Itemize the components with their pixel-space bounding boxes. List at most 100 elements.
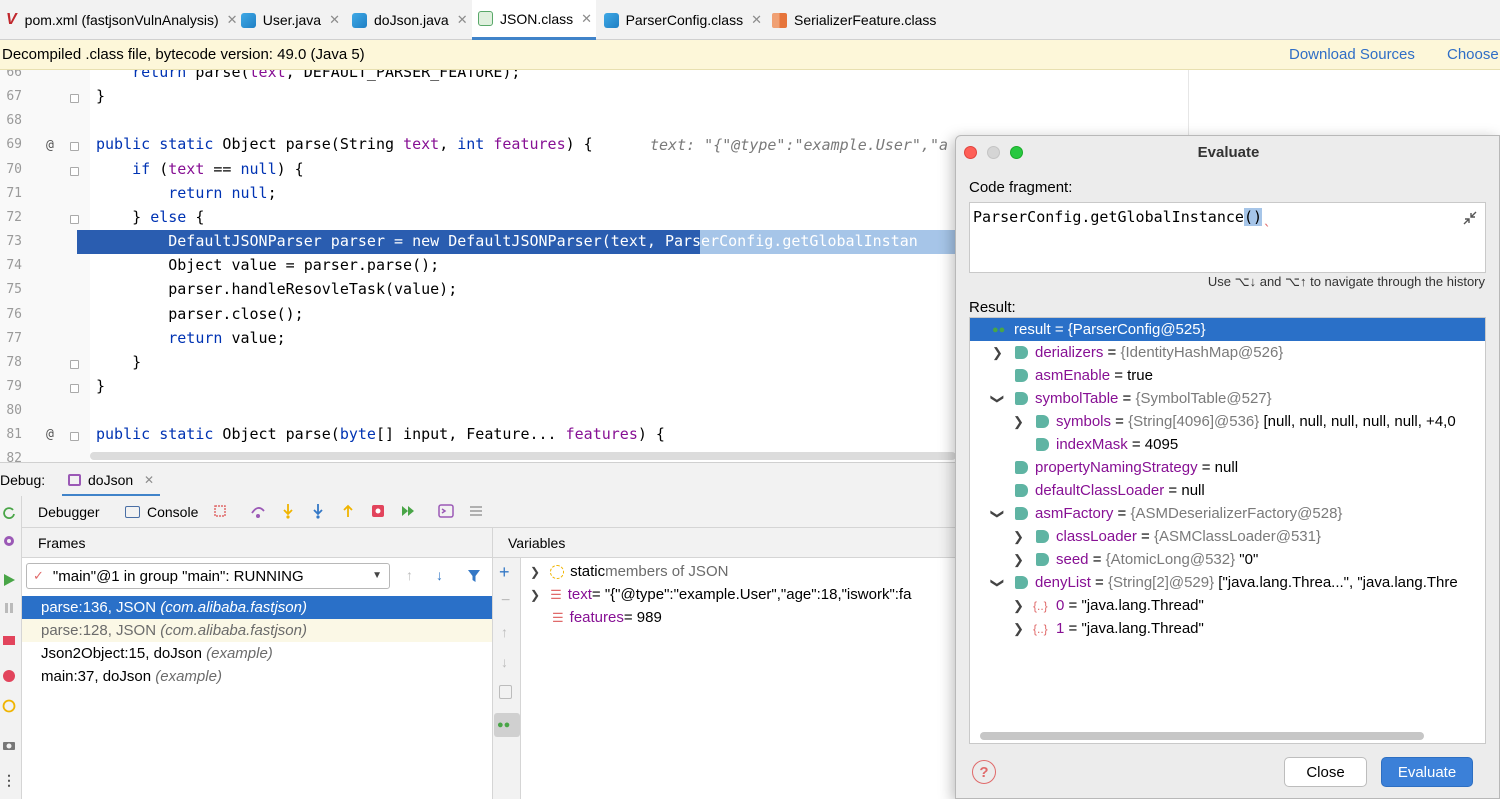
resume-icon[interactable] (2, 573, 16, 587)
drop-frame-icon[interactable] (370, 503, 386, 519)
chevron-right-icon[interactable]: ❯ (1013, 621, 1024, 637)
trace-list-icon[interactable] (468, 503, 484, 519)
fold-marker-icon[interactable] (70, 142, 79, 151)
close-button[interactable]: Close (1284, 757, 1367, 787)
horizontal-scrollbar[interactable] (90, 452, 956, 460)
filter-icon[interactable] (467, 569, 481, 583)
remove-watch-icon[interactable]: − (501, 592, 510, 610)
variable-row[interactable]: ❯ ☰ text = "{"@type":"example.User","age… (530, 583, 911, 606)
restore-layout-icon[interactable] (212, 503, 228, 519)
maximize-window-icon[interactable] (1010, 146, 1023, 159)
mute-breakpoints-icon[interactable] (2, 699, 16, 713)
fold-marker-icon[interactable] (70, 384, 79, 393)
tab-pom-xml[interactable]: V pom.xml (fastjsonVulnAnalysis) ✕ (0, 0, 238, 40)
evaluate-expression-icon[interactable] (438, 503, 454, 519)
tab-json-class[interactable]: JSON.class ✕ (472, 0, 596, 40)
step-into-icon[interactable] (280, 503, 296, 519)
fold-marker-icon[interactable] (70, 94, 79, 103)
debug-session-tab[interactable]: doJson (88, 472, 133, 488)
rerun-icon[interactable] (2, 506, 16, 520)
frame-row[interactable]: parse:128, JSON (com.alibaba.fastjson) (22, 619, 492, 642)
chevron-right-icon[interactable]: ❯ (1013, 598, 1024, 614)
override-marker-icon[interactable]: @ (46, 427, 54, 442)
close-window-icon[interactable] (964, 146, 977, 159)
help-button[interactable]: ? (972, 760, 996, 784)
code-fragment-input[interactable]: ParserConfig.getGlobalInstance()ˎ (969, 202, 1486, 273)
arrow-up-icon[interactable]: ↑ (501, 624, 508, 640)
choose-sources-link[interactable]: Choose (1447, 46, 1499, 63)
result-row[interactable]: ❯ asmFactory = {ASMDeserializerFactory@5… (970, 502, 1485, 525)
code-line: } else { (96, 208, 205, 226)
result-row[interactable]: ❯ classLoader = {ASMClassLoader@531} (970, 525, 1485, 548)
line-number: 72 (6, 210, 22, 225)
collapse-icon[interactable] (1463, 211, 1477, 225)
horizontal-scrollbar[interactable] (980, 732, 1424, 740)
fold-marker-icon[interactable] (70, 167, 79, 176)
chevron-down-icon[interactable]: ❯ (989, 577, 1005, 588)
result-row[interactable]: ●● result = {ParserConfig@525} (970, 318, 1485, 341)
step-over-icon[interactable] (250, 503, 266, 519)
evaluate-button[interactable]: Evaluate (1381, 757, 1473, 787)
result-row[interactable]: propertyNamingStrategy = null (970, 456, 1485, 479)
close-icon[interactable]: ✕ (457, 12, 468, 28)
frame-row[interactable]: parse:136, JSON (com.alibaba.fastjson) (22, 596, 492, 619)
variable-row[interactable]: ❯ static members of JSON (530, 560, 728, 583)
arrow-down-icon[interactable]: ↓ (436, 567, 443, 583)
chevron-down-icon[interactable]: ❯ (989, 508, 1005, 519)
fold-marker-icon[interactable] (70, 432, 79, 441)
run-to-cursor-icon[interactable] (400, 503, 416, 519)
override-marker-icon[interactable]: @ (46, 138, 54, 153)
gear-icon[interactable] (2, 534, 16, 548)
frame-row[interactable]: Json2Object:15, doJson (example) (22, 642, 492, 665)
stop-icon[interactable] (2, 633, 16, 647)
chevron-right-icon[interactable]: ❯ (992, 345, 1003, 361)
force-step-into-icon[interactable] (310, 503, 326, 519)
minimize-window-icon[interactable] (987, 146, 1000, 159)
chevron-right-icon[interactable]: ❯ (1013, 529, 1024, 545)
result-row[interactable]: ❯ {..} 0 = "java.lang.Thread" (970, 594, 1485, 617)
result-row[interactable]: ❯ {..} 1 = "java.lang.Thread" (970, 617, 1485, 640)
result-row[interactable]: defaultClassLoader = null (970, 479, 1485, 502)
camera-icon[interactable] (2, 738, 16, 752)
result-row[interactable]: indexMask = 4095 (970, 433, 1485, 456)
copy-icon[interactable] (499, 685, 512, 699)
close-icon[interactable]: ✕ (329, 12, 340, 28)
fold-marker-icon[interactable] (70, 215, 79, 224)
fold-marker-icon[interactable] (70, 360, 79, 369)
tab-console[interactable]: Console (147, 504, 198, 520)
tab-parserconfig-class[interactable]: ParserConfig.class ✕ (598, 0, 762, 40)
variables-panel: ❯ static members of JSON ❯ ☰ text = "{"@… (522, 558, 956, 799)
inline-value-hint: text: "{"@type":"example.User","a (650, 136, 949, 154)
close-icon[interactable]: ✕ (751, 12, 762, 28)
thread-selector[interactable]: ✓ "main"@1 in group "main": RUNNING ▼ (26, 563, 390, 589)
result-row[interactable]: ❯ seed = {AtomicLong@532} "0" (970, 548, 1485, 571)
result-row[interactable]: ❯ symbolTable = {SymbolTable@527} (970, 387, 1485, 410)
download-sources-link[interactable]: Download Sources (1289, 46, 1415, 63)
step-out-icon[interactable] (340, 503, 356, 519)
arrow-down-icon[interactable]: ↓ (501, 654, 508, 670)
more-icon[interactable]: ⋮ (2, 772, 16, 788)
code-line: parser.close(); (96, 305, 304, 323)
tab-debugger[interactable]: Debugger (38, 504, 100, 520)
add-watch-icon[interactable]: + (499, 562, 510, 583)
result-row[interactable]: ❯ derializers = {IdentityHashMap@526} (970, 341, 1485, 364)
arrow-up-icon[interactable]: ↑ (406, 567, 413, 583)
chevron-right-icon[interactable]: ❯ (1013, 552, 1024, 568)
close-icon[interactable]: ✕ (581, 11, 592, 27)
tab-dojson-java[interactable]: doJson.java ✕ (346, 0, 468, 40)
debug-session-icon (68, 474, 81, 486)
result-row[interactable]: asmEnable = true (970, 364, 1485, 387)
result-row[interactable]: ❯ denyList = {String[2]@529} ["java.lang… (970, 571, 1485, 594)
variable-name: static (570, 563, 606, 580)
chevron-down-icon[interactable]: ❯ (989, 393, 1005, 404)
result-row[interactable]: ❯ symbols = {String[4096]@536} [null, nu… (970, 410, 1485, 433)
tab-user-java[interactable]: User.java ✕ (235, 0, 340, 40)
pause-icon[interactable] (2, 601, 16, 615)
frame-row[interactable]: main:37, doJson (example) (22, 665, 492, 688)
view-breakpoints-icon[interactable] (2, 669, 16, 683)
close-icon[interactable]: ✕ (144, 473, 154, 487)
variable-row[interactable]: ☰ features = 989 (552, 606, 662, 629)
chevron-right-icon[interactable]: ❯ (1013, 414, 1024, 430)
result-value: = (1113, 505, 1131, 522)
tab-serializerfeature-class[interactable]: SerializerFeature.class (766, 0, 956, 40)
